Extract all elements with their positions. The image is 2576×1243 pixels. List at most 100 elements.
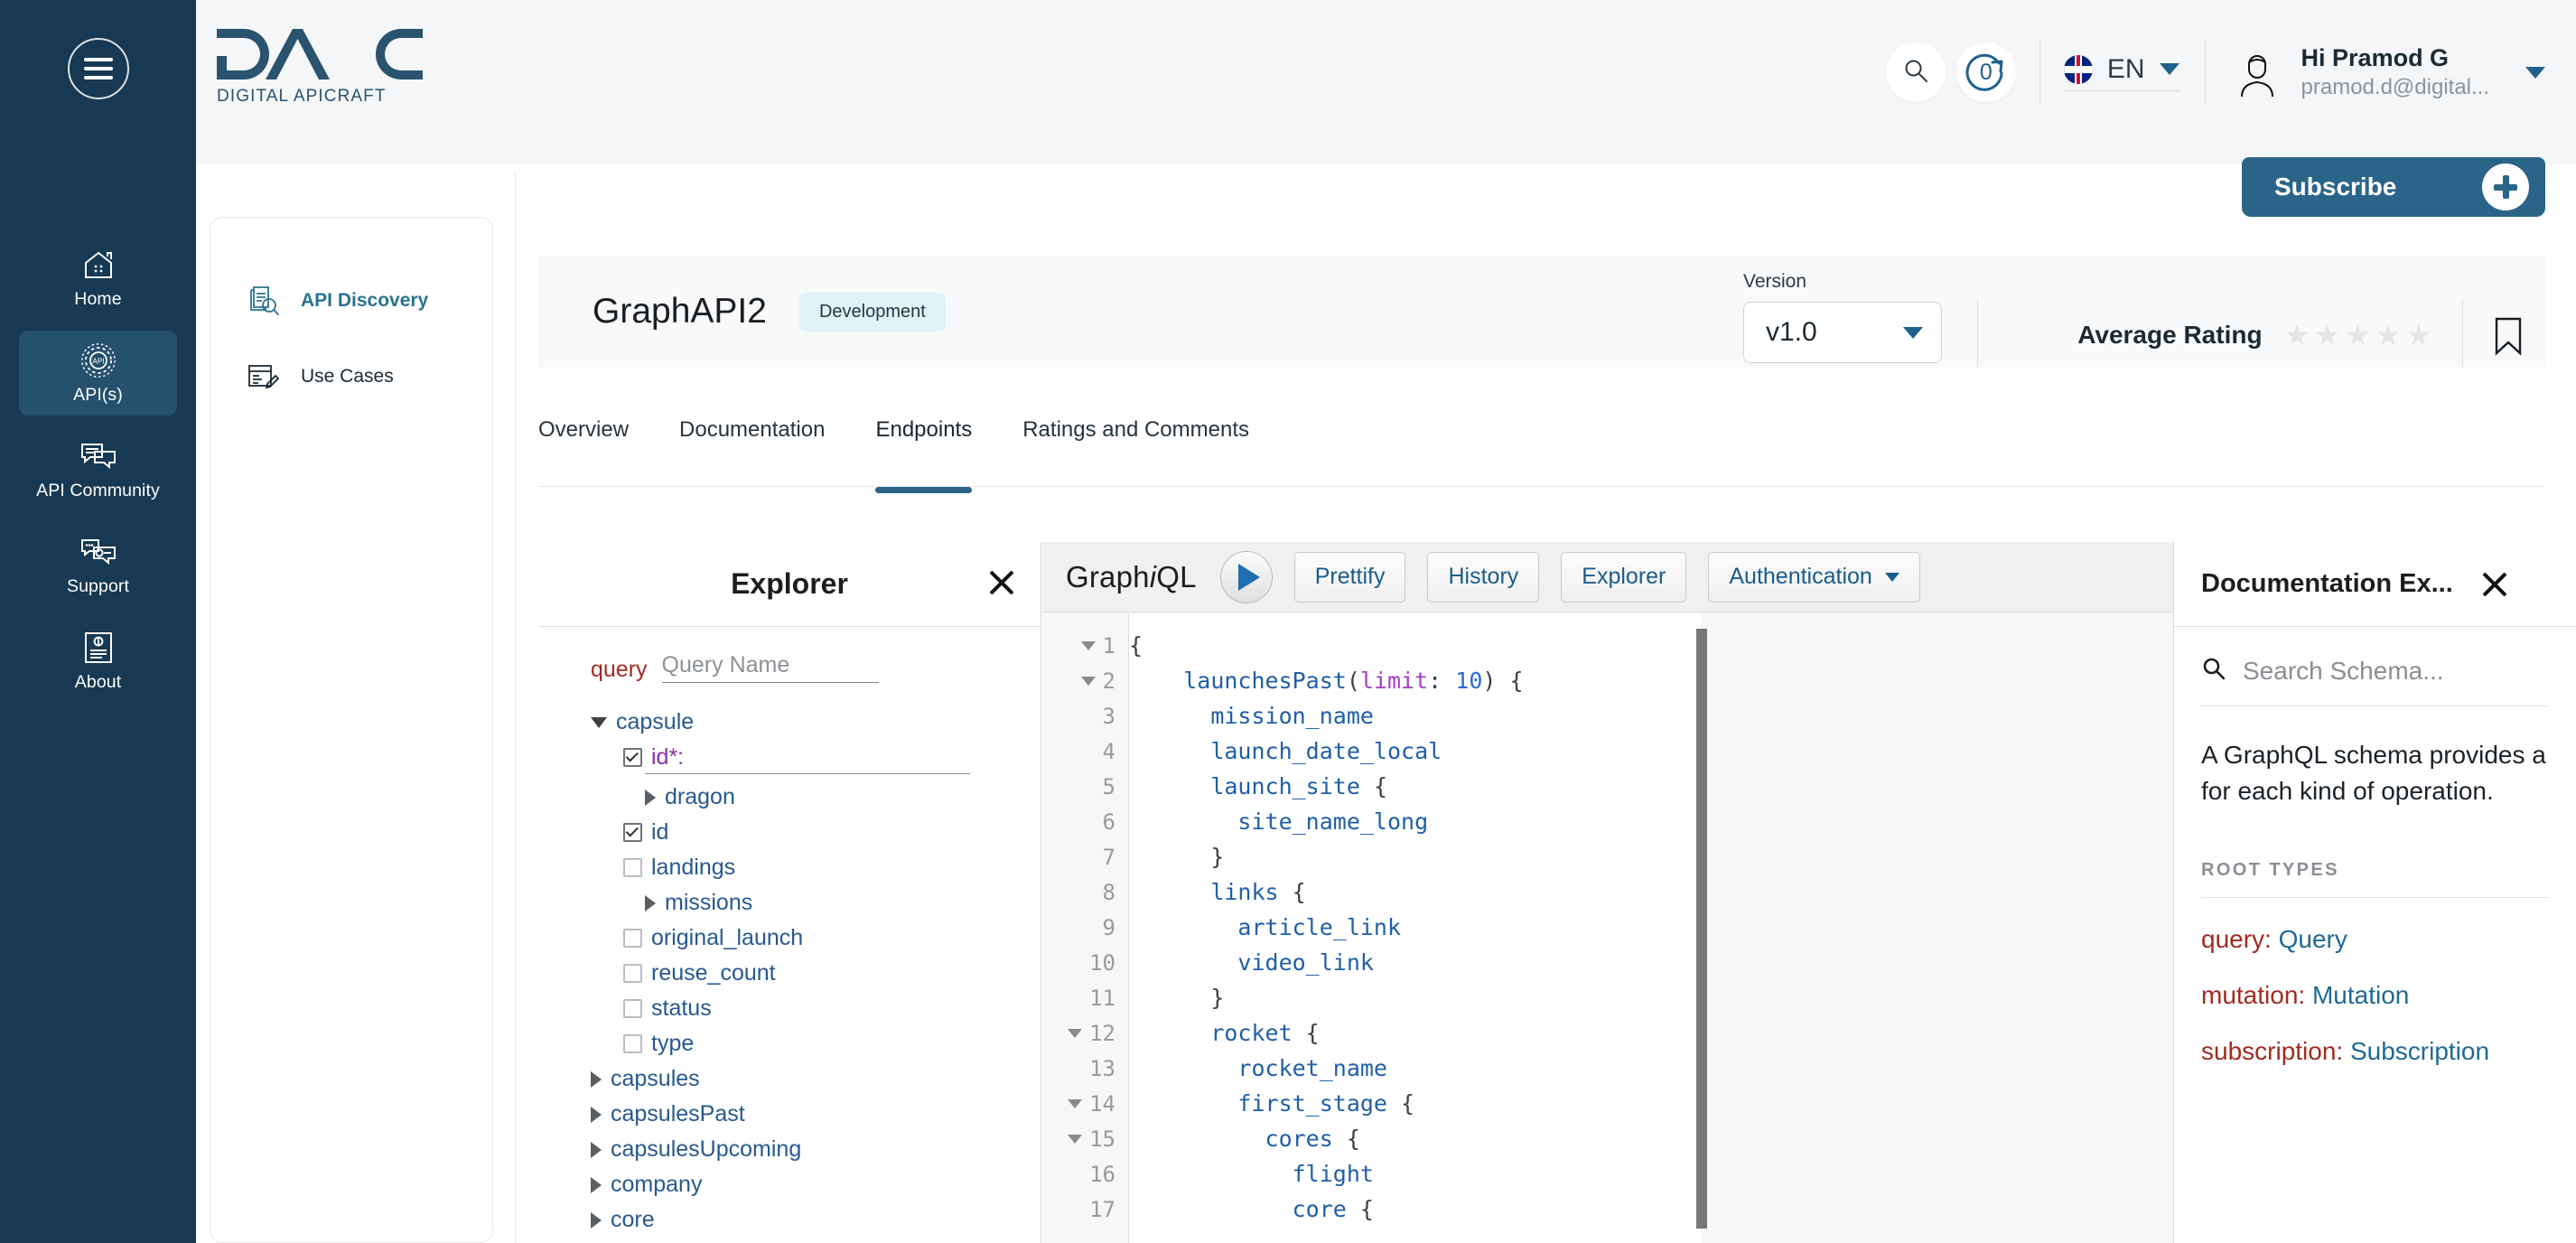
explorer-field-dragon[interactable]: dragon [538, 780, 1041, 815]
argument-value-input[interactable] [645, 773, 970, 774]
fold-toggle-icon[interactable] [1068, 1028, 1083, 1038]
field-checkbox[interactable] [623, 929, 642, 948]
explorer-field-capsule[interactable]: capsule [538, 705, 1041, 740]
api-gear-icon: API [79, 342, 117, 379]
schema-search-placeholder: Search Schema... [2243, 656, 2444, 685]
explorer-field-id[interactable]: id*: [538, 740, 1041, 775]
execute-query-button[interactable] [1219, 550, 1273, 603]
nav-item-use-cases[interactable]: Use Cases [210, 351, 492, 402]
explorer-field-originallaunch[interactable]: original_launch [538, 921, 1041, 956]
field-checkbox[interactable] [623, 999, 642, 1018]
field-checkbox[interactable] [623, 748, 642, 767]
explorer-field-id[interactable]: id [538, 815, 1041, 850]
root-type-query[interactable]: query: Query [2201, 925, 2549, 954]
fold-toggle-icon[interactable] [1080, 676, 1096, 686]
hamburger-icon[interactable] [67, 38, 129, 99]
rating-stars[interactable]: ★ ★ ★ ★ ★ [2284, 321, 2431, 350]
tab-underline-rule [538, 486, 2545, 487]
divider [1977, 298, 1978, 367]
code-token: flight [1292, 1161, 1374, 1187]
subscribe-button[interactable]: Subscribe [2242, 157, 2545, 217]
query-name-input[interactable]: Query Name [661, 652, 879, 683]
field-checkbox[interactable] [623, 964, 642, 983]
field-checkbox[interactable] [623, 858, 642, 877]
explorer-field-missions[interactable]: missions [538, 885, 1041, 921]
gutter-line: 6 [1042, 804, 1128, 839]
root-type-value[interactable]: Mutation [2312, 981, 2409, 1009]
chevron-right-icon[interactable] [645, 789, 656, 806]
root-type-value[interactable]: Query [2279, 925, 2347, 953]
chevron-right-icon[interactable] [591, 1070, 602, 1088]
documentation-explorer-panel: Documentation Ex... Search Schema... A G… [2173, 542, 2576, 1243]
field-checkbox[interactable] [623, 1034, 642, 1053]
root-type-mutation[interactable]: mutation: Mutation [2201, 981, 2549, 1010]
schema-search-input[interactable]: Search Schema... [2201, 656, 2549, 706]
explorer-field-reusecount[interactable]: reuse_count [538, 956, 1041, 991]
gutter-line: 14 [1042, 1086, 1128, 1121]
fold-toggle-icon[interactable] [1068, 1134, 1083, 1144]
code-token: : [1428, 668, 1456, 694]
refresh-count: 0 [1979, 59, 1993, 85]
sidebar-item-about[interactable]: About [19, 618, 177, 703]
authentication-dropdown[interactable]: Authentication [1708, 551, 1920, 603]
user-menu[interactable]: Hi Pramod G pramod.d@digital... [2229, 43, 2545, 101]
fold-toggle-icon[interactable] [1068, 1098, 1083, 1108]
refresh-button[interactable]: 0 [1955, 42, 2016, 102]
code-token: launch_date_local [1210, 738, 1442, 764]
explorer-field-capsulesupcoming[interactable]: capsulesUpcoming [538, 1132, 1041, 1167]
tab-endpoints[interactable]: Endpoints [875, 417, 972, 493]
star-icon[interactable]: ★ [2284, 321, 2310, 350]
star-icon[interactable]: ★ [2375, 321, 2402, 350]
sidebar-item-support[interactable]: Support [19, 522, 177, 607]
explorer-field-label: capsulesUpcoming [611, 1136, 802, 1162]
explorer-panel: Explorer query Query Name capsule id*: dra… [538, 542, 1041, 1243]
explorer-field-capsules[interactable]: capsules [538, 1061, 1041, 1097]
sidebar-item-apis[interactable]: API API(s) [19, 331, 177, 416]
tab-documentation[interactable]: Documentation [679, 417, 825, 477]
fold-toggle-icon[interactable] [1080, 640, 1096, 650]
chevron-right-icon[interactable] [591, 1176, 602, 1193]
nav-item-api-discovery[interactable]: API Discovery [210, 276, 492, 326]
line-number: 8 [1102, 879, 1115, 905]
search-button[interactable] [1885, 42, 1946, 102]
star-icon[interactable]: ★ [2345, 321, 2371, 350]
explorer-field-label: core [611, 1207, 655, 1232]
query-editor[interactable]: 1 2 3 4 5 6 7 8 9 10 11 12 13 14 15 16 17 { launchesPast… [1042, 613, 1702, 1243]
root-type-value[interactable]: Subscription [2350, 1037, 2489, 1065]
language-selector[interactable]: EN [2063, 54, 2179, 91]
editor-scrollbar[interactable] [1696, 629, 1707, 1229]
chevron-right-icon[interactable] [591, 1211, 602, 1229]
chevron-down-icon[interactable] [2525, 66, 2545, 79]
explorer-field-company[interactable]: company [538, 1167, 1041, 1202]
explorer-field-core[interactable]: core [538, 1202, 1041, 1238]
sidebar-item-home[interactable]: Home [19, 235, 177, 320]
line-number: 9 [1102, 914, 1115, 940]
menu-toggle[interactable] [67, 38, 129, 99]
explorer-field-type[interactable]: type [538, 1026, 1041, 1061]
explorer-toggle-button[interactable]: Explorer [1561, 551, 1687, 603]
tab-overview[interactable]: Overview [538, 417, 629, 477]
field-checkbox[interactable] [623, 823, 642, 842]
explorer-field-capsulespast[interactable]: capsulesPast [538, 1097, 1041, 1132]
logo-wordmark [217, 25, 423, 83]
sidebar-item-api-community[interactable]: API Community [19, 426, 177, 511]
explorer-field-landings[interactable]: landings [538, 850, 1041, 885]
chevron-down-icon[interactable] [2159, 63, 2179, 75]
chevron-right-icon[interactable] [591, 1141, 602, 1158]
editor-code[interactable]: { launchesPast(limit: 10) { mission_name… [1129, 613, 1702, 1243]
version-select[interactable]: v1.0 [1743, 302, 1942, 363]
star-icon[interactable]: ★ [2405, 321, 2431, 350]
history-button[interactable]: History [1427, 551, 1540, 603]
bookmark-button[interactable] [2493, 316, 2524, 360]
star-icon[interactable]: ★ [2314, 321, 2340, 350]
prettify-button[interactable]: Prettify [1293, 551, 1406, 603]
chevron-right-icon[interactable] [591, 1106, 602, 1123]
code-line: first_stage { [1129, 1086, 1702, 1121]
root-type-subscription[interactable]: subscription: Subscription [2201, 1037, 2549, 1066]
chevron-down-icon[interactable] [591, 716, 607, 728]
explorer-field-cores[interactable]: cores [538, 1238, 1041, 1243]
chevron-down-icon [1903, 326, 1923, 339]
explorer-field-status[interactable]: status [538, 991, 1041, 1026]
chevron-right-icon[interactable] [645, 894, 656, 911]
tab-ratings-and-comments[interactable]: Ratings and Comments [1022, 417, 1249, 477]
